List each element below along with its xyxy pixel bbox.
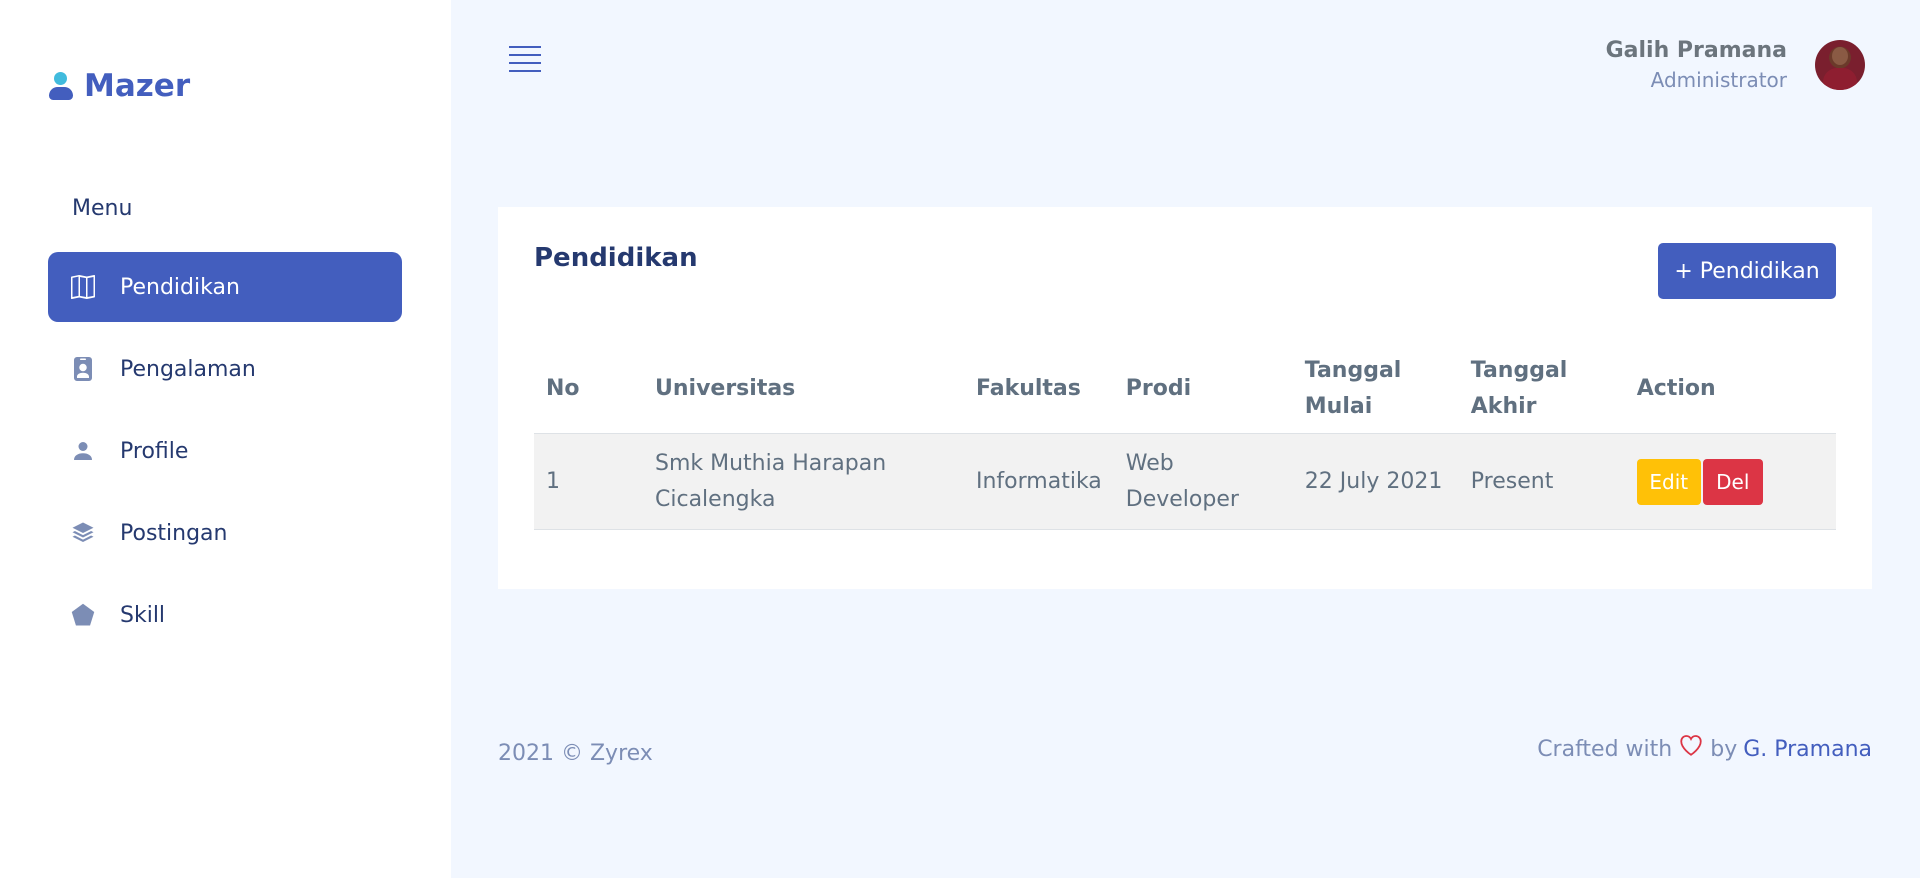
column-header-no: No [534,345,643,434]
person-icon [48,70,74,102]
sidebar-item-label: Profile [120,438,189,464]
logo-text: Mazer [84,68,191,104]
sidebar-menu: Pendidikan Pengalaman Profile Postingan … [48,252,402,662]
footer-author-link[interactable]: G. Pramana [1743,737,1872,762]
user-name: Galih Pramana [1605,38,1787,63]
sidebar-item-label: Skill [120,602,166,628]
column-header-tanggal-mulai: Tanggal Mulai [1292,345,1459,434]
menu-title: Menu [72,196,133,221]
user-role: Administrator [1650,68,1787,92]
sidebar-item-postingan[interactable]: Postingan [48,498,402,568]
cell-tanggal-akhir: Present [1470,468,1554,494]
sidebar-item-profile[interactable]: Profile [48,416,402,486]
sidebar: Mazer Menu Pendidikan Pengalaman Profile [0,0,451,878]
avatar[interactable] [1815,40,1865,90]
sidebar-item-label: Pendidikan [120,274,240,300]
footer-crafted-text: Crafted with [1537,737,1673,762]
column-header-action: Action [1624,345,1836,434]
person-badge-icon [70,356,96,382]
sidebar-item-pengalaman[interactable]: Pengalaman [48,334,402,404]
map-icon [70,274,96,300]
menu-toggle-icon[interactable] [509,46,541,74]
sidebar-item-label: Pengalaman [120,356,256,382]
column-header-prodi: Prodi [1113,345,1293,434]
sidebar-item-label: Postingan [120,520,228,546]
pentagon-icon [70,602,96,628]
footer-copyright: 2021 © Zyrex [498,741,653,766]
card-title: Pendidikan [534,243,698,273]
user-info: Galih Pramana Administrator [1606,36,1787,94]
heart-icon [1678,734,1704,757]
column-header-tanggal-akhir: Tanggal Akhir [1458,345,1625,434]
column-header-universitas: Universitas [643,345,964,434]
pendidikan-table: No Universitas Fakultas Prodi Tanggal Mu… [534,345,1836,530]
sidebar-item-skill[interactable]: Skill [48,580,402,650]
cell-universitas: Smk Muthia Harapan Cicalengka [655,450,887,512]
delete-button[interactable]: Del [1702,458,1763,505]
logo[interactable]: Mazer [48,68,190,104]
user-menu[interactable]: Galih Pramana Administrator [1606,36,1865,94]
cell-prodi: Web Developer [1125,450,1239,512]
column-header-fakultas: Fakultas [964,345,1114,434]
cell-tanggal-mulai: 22 July 2021 [1304,468,1443,494]
table-row: 1 Smk Muthia Harapan Cicalengka Informat… [534,433,1836,530]
pendidikan-card: Pendidikan + Pendidikan No Universitas F… [498,207,1872,589]
sidebar-item-pendidikan[interactable]: Pendidikan [48,252,402,322]
stack-icon [70,520,96,546]
table-header-row: No Universitas Fakultas Prodi Tanggal Mu… [534,345,1836,434]
edit-button[interactable]: Edit [1636,458,1701,505]
footer-by-text: by [1710,737,1738,762]
footer-credit: Crafted with by G. Pramana [1537,734,1872,762]
cell-fakultas: Informatika [976,468,1102,494]
person-icon [70,438,96,464]
cell-action: Edit Del [1625,434,1836,530]
cell-no: 1 [546,468,560,494]
add-pendidikan-button[interactable]: + Pendidikan [1658,243,1836,299]
